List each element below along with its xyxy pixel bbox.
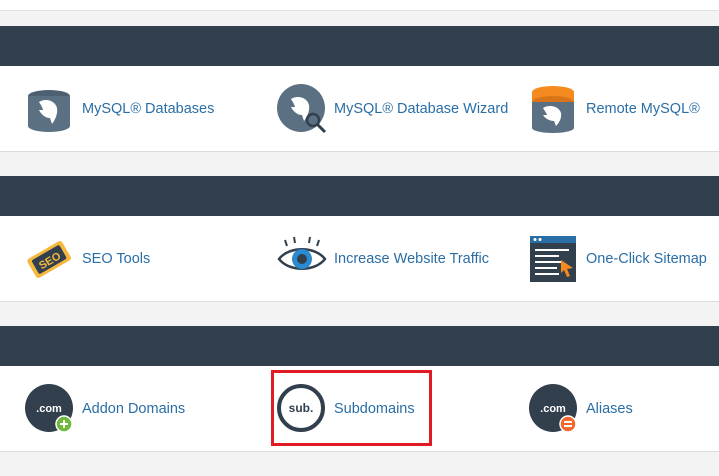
aliases-icon: .com: [529, 383, 579, 434]
domains-section-header[interactable]: [0, 326, 719, 366]
mysql-database-wizard-link[interactable]: MySQL® Database Wizard: [277, 66, 517, 151]
increase-website-traffic-label: Increase Website Traffic: [334, 250, 490, 267]
remote-mysql-icon: [529, 84, 579, 134]
subdomains-link[interactable]: sub. Subdomains: [277, 366, 517, 451]
addon-domains-link[interactable]: .com Addon Domains: [25, 366, 265, 451]
subdomains-label: Subdomains: [334, 400, 415, 417]
remote-mysql-link[interactable]: Remote MySQL®: [529, 66, 709, 151]
mysql-databases-icon: [25, 84, 75, 134]
addon-domains-icon: .com: [25, 383, 75, 434]
addon-dotcom-text: .com: [36, 403, 62, 415]
seo-section-header[interactable]: [0, 176, 719, 216]
seo-tools-icon: SEO: [25, 234, 75, 284]
subdomains-icon: sub.: [277, 383, 327, 434]
aliases-dotcom-text: .com: [540, 403, 566, 415]
seo-section-body: SEO SEO Tools Increase Website Traffic O…: [0, 216, 719, 302]
aliases-label: Aliases: [586, 400, 633, 417]
databases-section-header[interactable]: [0, 26, 719, 66]
sitemap-icon: [529, 234, 579, 284]
remote-mysql-label: Remote MySQL®: [586, 100, 700, 117]
mysql-databases-label: MySQL® Databases: [82, 100, 215, 117]
increase-website-traffic-link[interactable]: Increase Website Traffic: [277, 216, 517, 301]
subdomains-sub-text: sub.: [289, 401, 314, 415]
domains-section-body: .com Addon Domains sub. Subdomains .com: [0, 366, 719, 452]
mysql-databases-link[interactable]: MySQL® Databases: [25, 66, 265, 151]
mysql-database-wizard-label: MySQL® Database Wizard: [334, 100, 509, 117]
one-click-sitemap-link[interactable]: One-Click Sitemap: [529, 216, 709, 301]
seo-tools-link[interactable]: SEO SEO Tools: [25, 216, 265, 301]
seo-tools-label: SEO Tools: [82, 250, 151, 267]
databases-section-body: MySQL® Databases MySQL® Database Wizard …: [0, 66, 719, 152]
addon-domains-label: Addon Domains: [82, 400, 186, 417]
one-click-sitemap-label: One-Click Sitemap: [586, 250, 707, 267]
mysql-database-wizard-icon: [277, 83, 327, 134]
aliases-link[interactable]: .com Aliases: [529, 366, 709, 451]
increase-traffic-icon: [277, 234, 327, 284]
top-panel-edge: [0, 0, 719, 11]
